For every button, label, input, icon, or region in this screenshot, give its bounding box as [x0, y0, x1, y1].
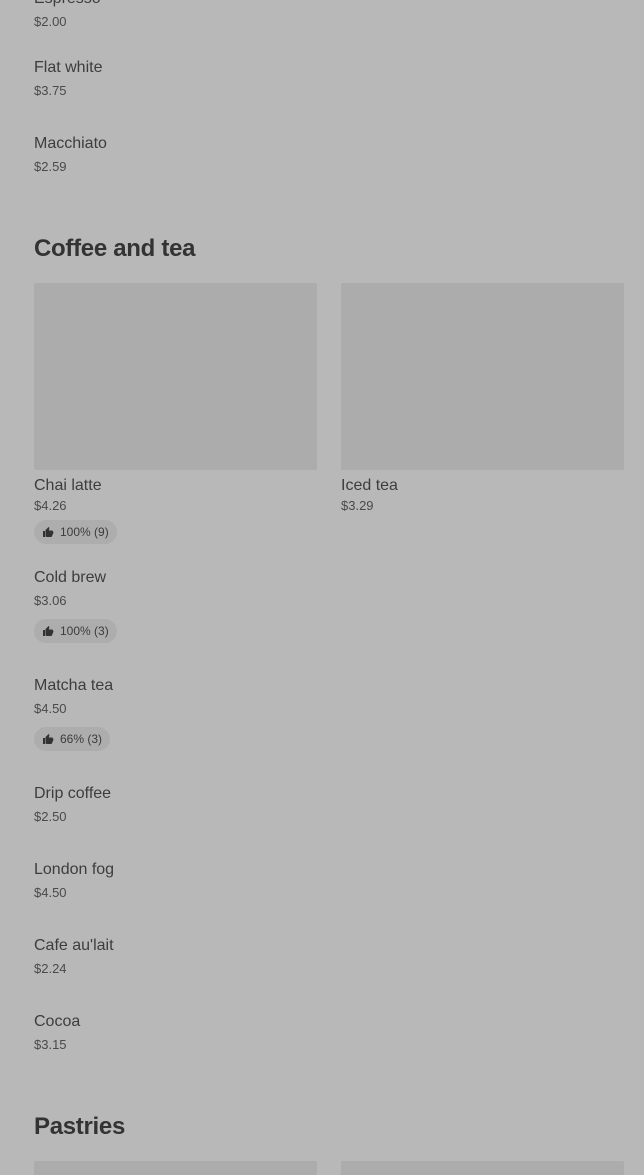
- item-price: $2.24: [34, 961, 67, 976]
- thumbs-up-icon: [43, 734, 54, 744]
- section-title-coffee-and-tea: Coffee and tea: [34, 235, 196, 262]
- menu-item-macchiato[interactable]: Macchiato $2.59: [34, 134, 624, 175]
- menu-item-matcha-tea[interactable]: Matcha tea $4.50 66% (3): [34, 676, 624, 751]
- featured-item-image[interactable]: [34, 1161, 317, 1175]
- item-name: Drip coffee: [34, 785, 112, 802]
- item-name: Flat white: [34, 59, 103, 76]
- item-name: London fog: [34, 861, 115, 878]
- rating-badge: 100% (3): [34, 619, 117, 643]
- item-price: $3.29: [341, 498, 374, 513]
- menu-item-cafe-au-lait[interactable]: Cafe au'lait $2.24: [34, 936, 624, 977]
- item-name: Matcha tea: [34, 677, 114, 694]
- item-price: $2.59: [34, 159, 67, 174]
- rating-text: 66% (3): [60, 732, 103, 746]
- menu-item-london-fog[interactable]: London fog $4.50: [34, 860, 624, 901]
- thumbs-up-icon: [43, 626, 54, 636]
- featured-item-chai-latte[interactable]: Chai latte $4.26 100% (9): [34, 283, 317, 544]
- item-price: $4.50: [34, 885, 67, 900]
- featured-item-iced-tea[interactable]: Iced tea $3.29: [341, 283, 624, 514]
- item-name: Iced tea: [341, 477, 398, 494]
- item-image: [34, 283, 317, 470]
- menu-item-cold-brew[interactable]: Cold brew $3.06 100% (3): [34, 568, 624, 643]
- item-price: $3.75: [34, 83, 67, 98]
- menu-item-cocoa[interactable]: Cocoa $3.15: [34, 1012, 624, 1053]
- item-price: $4.50: [34, 701, 67, 716]
- item-price: $3.15: [34, 1037, 67, 1052]
- item-name: Chai latte: [34, 477, 102, 494]
- item-price: $2.00: [34, 14, 67, 29]
- item-image: [341, 283, 624, 470]
- rating-badge: 100% (9): [34, 520, 117, 544]
- rating-text: 100% (3): [60, 624, 109, 638]
- item-price: $3.06: [34, 593, 67, 608]
- rating-badge: 66% (3): [34, 727, 111, 751]
- menu-page: Espresso $2.00 Flat white $3.75 Macchiat…: [0, 0, 644, 1175]
- item-name: Cocoa: [34, 1013, 81, 1030]
- item-name: Macchiato: [34, 135, 107, 152]
- menu-item-drip-coffee[interactable]: Drip coffee $2.50: [34, 784, 624, 825]
- menu-item-espresso[interactable]: Espresso $2.00: [34, 0, 624, 30]
- item-price: $2.50: [34, 809, 67, 824]
- menu-item-flat-white[interactable]: Flat white $3.75: [34, 58, 624, 99]
- item-name: Cafe au'lait: [34, 937, 114, 954]
- item-name: Cold brew: [34, 569, 107, 586]
- rating-text: 100% (9): [60, 525, 109, 539]
- thumbs-up-icon: [43, 527, 54, 537]
- item-name: Espresso: [34, 0, 624, 9]
- item-price: $4.26: [34, 498, 67, 513]
- featured-item-image[interactable]: [341, 1161, 624, 1175]
- section-title-pastries: Pastries: [34, 1113, 125, 1140]
